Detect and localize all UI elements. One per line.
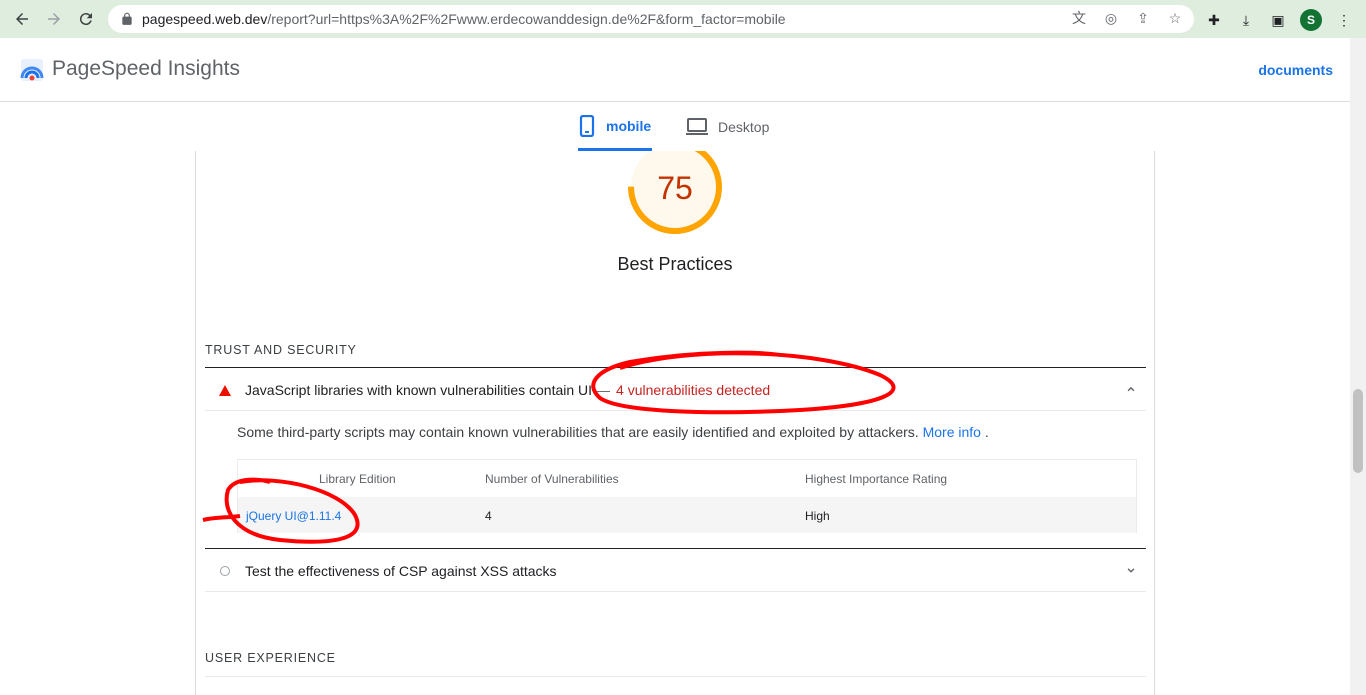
divider — [205, 591, 1146, 592]
table-row: jQuery UI@1.11.4 4 High — [238, 497, 1136, 533]
divider — [205, 676, 1146, 677]
severity-rating: High — [805, 509, 830, 523]
browser-toolbar: pagespeed.web.dev/report?url=https%3A%2F… — [0, 0, 1366, 38]
column-header: Library Edition — [319, 472, 396, 486]
audit-separator: — — [596, 382, 611, 398]
eye-off-icon[interactable]: ◎ — [1102, 9, 1120, 27]
tab-desktop[interactable]: Desktop — [686, 103, 769, 151]
kebab-menu-icon[interactable]: ⋮ — [1334, 10, 1354, 30]
documents-link[interactable]: documents — [1258, 62, 1333, 78]
tab-mobile-label: mobile — [606, 117, 652, 134]
informative-circle-icon — [220, 566, 230, 576]
lock-icon — [122, 12, 132, 25]
divider — [205, 367, 1146, 368]
tab-mobile[interactable]: mobile — [578, 103, 652, 151]
audit-title: JavaScript libraries with known vulnerab… — [245, 382, 593, 398]
audit-description: Some third-party scripts may contain kno… — [237, 424, 989, 440]
url-text: pagespeed.web.dev/report?url=https%3A%2F… — [142, 11, 786, 27]
section-trust-security: TRUST AND SECURITY — [205, 343, 357, 357]
star-icon[interactable]: ☆ — [1166, 9, 1184, 27]
pagespeed-logo-icon — [20, 59, 44, 81]
form-factor-tabs: mobile Desktop — [0, 103, 1350, 151]
forward-button[interactable] — [38, 3, 70, 35]
score-category-title: Best Practices — [617, 254, 733, 274]
column-header: Number of Vulnerabilities — [485, 472, 619, 486]
page-scrollbar[interactable] — [1350, 38, 1366, 695]
forward-arrow-icon — [48, 13, 60, 25]
back-button[interactable] — [6, 3, 38, 35]
reload-button[interactable] — [70, 3, 102, 35]
chevron-up-icon[interactable] — [1124, 382, 1138, 396]
reload-icon — [79, 13, 92, 26]
score-value: 75 — [657, 170, 693, 206]
section-user-experience: USER EXPERIENCE — [205, 651, 336, 665]
fail-triangle-icon — [219, 384, 231, 396]
address-bar[interactable]: pagespeed.web.dev/report?url=https%3A%2F… — [108, 5, 1194, 33]
laptop-icon — [686, 118, 708, 135]
vulnerability-table: Library Edition Number of Vulnerabilitie… — [237, 459, 1137, 533]
share-icon[interactable]: ⇪ — [1134, 9, 1152, 27]
divider — [205, 548, 1146, 549]
scrollbar-thumb[interactable] — [1353, 389, 1363, 473]
download-icon[interactable]: ⤓ — [1236, 10, 1256, 30]
divider — [205, 410, 1146, 411]
library-link[interactable]: jQuery UI@1.11.4 — [246, 509, 341, 523]
translate-icon[interactable]: 文 — [1070, 9, 1088, 27]
tab-desktop-label: Desktop — [718, 119, 770, 135]
vulnerability-count: 4 — [485, 509, 492, 523]
audit-display-value: 4 vulnerabilities detected — [616, 382, 771, 398]
more-info-link[interactable]: More info — [923, 424, 981, 440]
phone-icon — [579, 114, 595, 137]
column-header: Highest Importance Rating — [805, 472, 948, 486]
audit-js-libraries[interactable]: JavaScript libraries with known vulnerab… — [205, 369, 1146, 411]
table-header: Library Edition Number of Vulnerabilitie… — [238, 460, 1136, 497]
site-header: PageSpeed Insights documents — [0, 38, 1350, 102]
audit-title: Test the effectiveness of CSP against XS… — [245, 563, 557, 579]
sidebar-icon[interactable]: ▣ — [1268, 10, 1288, 30]
back-arrow-icon — [16, 13, 28, 25]
report-panel: 75 Best Practices TRUST AND SECURITY Jav… — [195, 151, 1155, 695]
audit-csp-xss[interactable]: Test the effectiveness of CSP against XS… — [205, 550, 1146, 592]
extensions-puzzle-icon[interactable]: ✚ — [1204, 10, 1224, 30]
profile-avatar[interactable]: S — [1300, 9, 1322, 31]
chevron-down-icon[interactable] — [1124, 563, 1138, 577]
brand-title: PageSpeed Insights — [52, 57, 240, 80]
